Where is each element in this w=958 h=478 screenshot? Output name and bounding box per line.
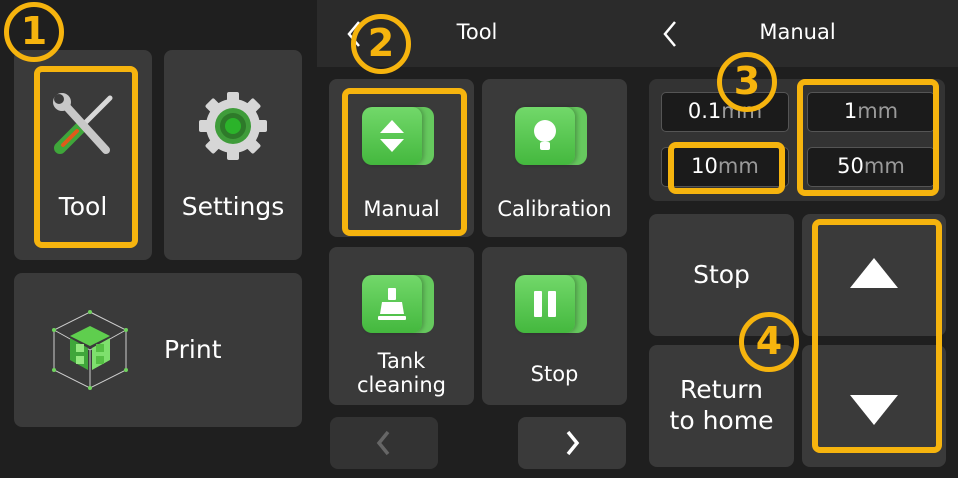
callout-badge-4: 4 bbox=[739, 312, 799, 372]
next-page-button[interactable] bbox=[518, 417, 626, 469]
callout-badge-2: 2 bbox=[351, 14, 411, 74]
chevron-right-icon bbox=[566, 430, 580, 456]
step-value: 1 bbox=[843, 99, 858, 123]
step-size-group: 0.1mm 1mm 10mm 50mm bbox=[649, 79, 945, 201]
brush-icon bbox=[378, 288, 406, 320]
triangle-down-icon bbox=[850, 395, 898, 425]
move-up-button[interactable] bbox=[802, 214, 946, 336]
step-option-1mm[interactable]: 1mm bbox=[807, 92, 935, 132]
step-value: 50 bbox=[837, 154, 864, 178]
step-value: 10 bbox=[691, 154, 718, 178]
manual-label: Manual bbox=[363, 197, 440, 221]
settings-card[interactable]: Settings bbox=[164, 50, 302, 260]
calibration-label: Calibration bbox=[497, 197, 612, 221]
stop-button-label: Stop bbox=[693, 260, 750, 289]
prev-page-button[interactable] bbox=[330, 417, 438, 469]
tool-card[interactable]: Tool bbox=[14, 50, 152, 260]
step-option-50mm[interactable]: 50mm bbox=[807, 147, 935, 187]
chevron-left-icon bbox=[376, 430, 390, 456]
pause-icon bbox=[534, 291, 556, 317]
tank-cleaning-app-icon bbox=[362, 275, 434, 333]
tank-cleaning-card[interactable]: Tank cleaning bbox=[329, 247, 474, 405]
up-down-arrows-icon bbox=[380, 120, 404, 152]
step-option-10mm[interactable]: 10mm bbox=[661, 147, 789, 187]
print-card[interactable]: Print bbox=[14, 273, 302, 427]
step-unit: mm bbox=[857, 99, 899, 123]
manual-app-icon bbox=[362, 107, 434, 165]
triangle-up-icon bbox=[850, 258, 898, 288]
step-unit: mm bbox=[717, 154, 759, 178]
gear-icon bbox=[199, 92, 267, 160]
lightbulb-icon bbox=[534, 120, 556, 150]
stop-label: Stop bbox=[530, 362, 579, 386]
return-home-line1: Return bbox=[680, 375, 763, 404]
manual-title: Manual bbox=[759, 20, 836, 44]
move-down-button[interactable] bbox=[802, 345, 946, 467]
callout-badge-1: 1 bbox=[4, 2, 64, 62]
stop-card[interactable]: Stop bbox=[482, 247, 627, 405]
manual-card[interactable]: Manual bbox=[329, 79, 474, 237]
callout-badge-3: 3 bbox=[717, 52, 777, 112]
manual-panel: Manual 0.1mm 1mm 10mm 50mm Stop Return t… bbox=[637, 0, 958, 478]
settings-label: Settings bbox=[181, 192, 285, 221]
tool-panel: Tool Manual Calibration Tank cleaning St… bbox=[317, 0, 637, 478]
home-panel: Tool Settings Print 1 bbox=[0, 0, 317, 478]
cube-print-icon bbox=[52, 310, 128, 390]
step-value: 0.1 bbox=[687, 99, 722, 123]
step-unit: mm bbox=[863, 154, 905, 178]
return-home-line2: to home bbox=[669, 406, 774, 435]
manual-topbar: Manual bbox=[637, 0, 958, 67]
print-label: Print bbox=[164, 335, 222, 364]
wrench-screwdriver-icon bbox=[53, 93, 113, 154]
tool-label: Tool bbox=[58, 192, 108, 221]
tank-label-line2: cleaning bbox=[357, 373, 446, 397]
calibration-app-icon bbox=[515, 107, 587, 165]
stop-app-icon bbox=[515, 275, 587, 333]
calibration-card[interactable]: Calibration bbox=[482, 79, 627, 237]
tank-label-line1: Tank bbox=[377, 349, 426, 373]
